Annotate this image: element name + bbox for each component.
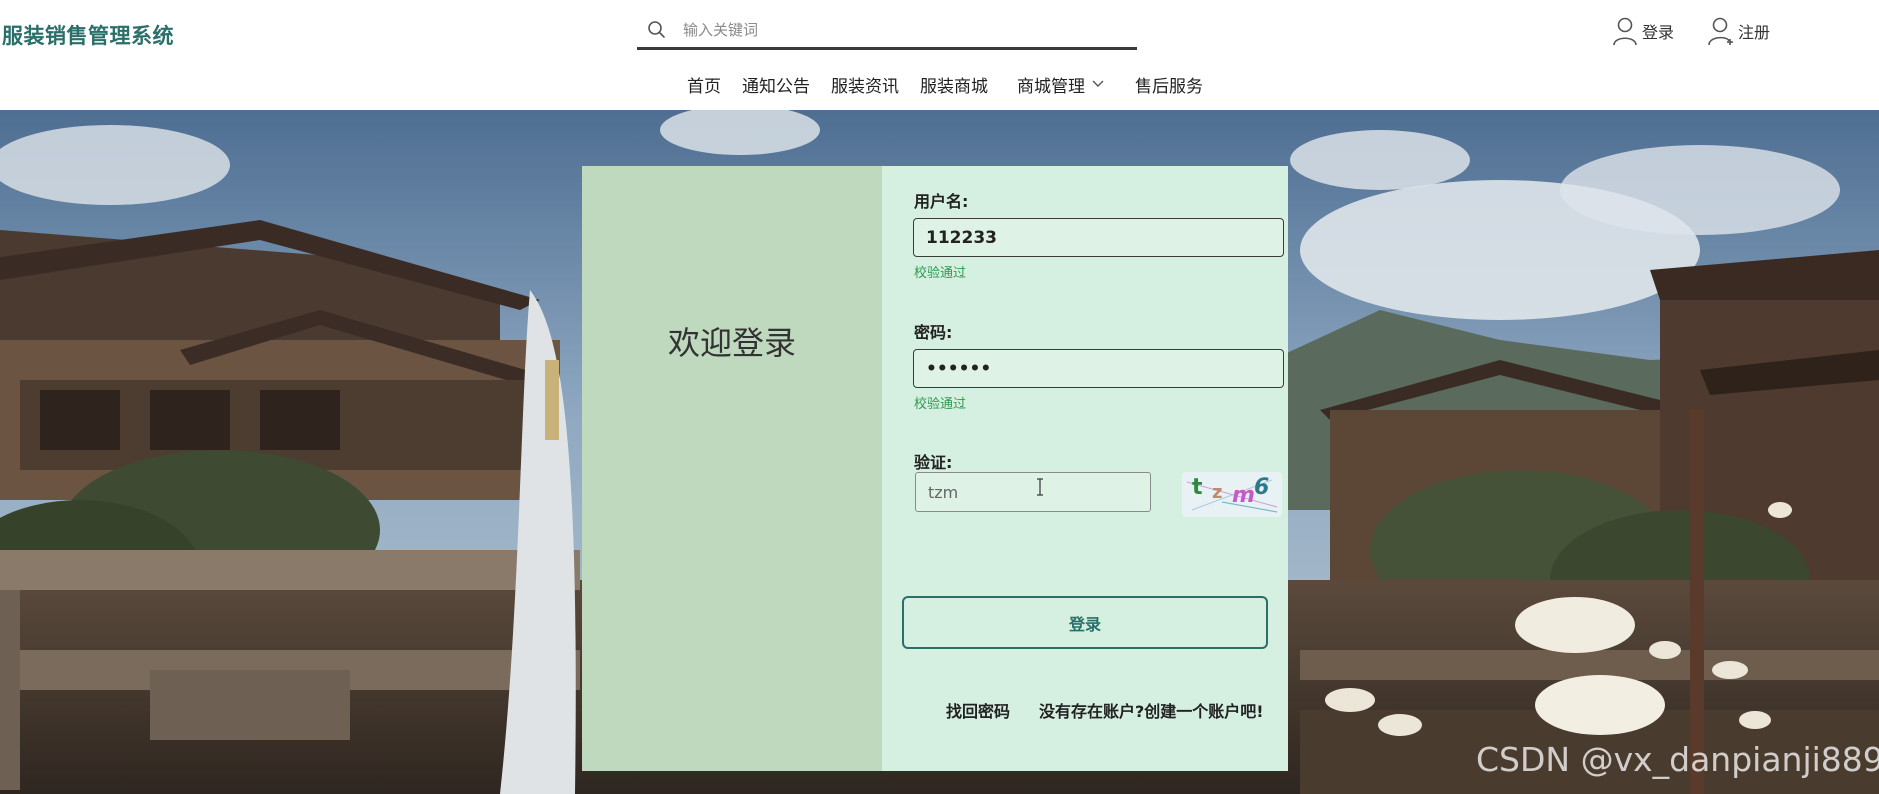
username-input[interactable] [913, 218, 1284, 257]
create-account-link[interactable]: 没有存在账户?创建一个账户吧! [1039, 698, 1264, 722]
captcha-graphic: t z m 6 [1186, 475, 1278, 513]
search-icon[interactable] [647, 20, 667, 40]
text-cursor-icon [1037, 478, 1043, 496]
chevron-down-icon [1092, 80, 1104, 87]
search-input[interactable] [683, 18, 1123, 42]
nav-item-mall-management-label: 商城管理 [1017, 76, 1085, 97]
password-validation-message: 校验通过 [914, 397, 967, 412]
captcha-char-4: 6 [1254, 475, 1269, 500]
captcha-label: 验证: [914, 453, 953, 472]
user-icon [1613, 17, 1637, 46]
captcha-char-2: z [1212, 482, 1222, 503]
captcha-input[interactable] [915, 472, 1151, 512]
login-link[interactable]: 登录 [1612, 16, 1674, 46]
nav-item-notices[interactable]: 通知公告 [742, 72, 810, 97]
login-card-welcome-panel: 欢迎登录 [582, 166, 882, 771]
site-logo[interactable]: 服装销售管理系统 [2, 20, 174, 50]
login-button[interactable]: 登录 [902, 596, 1268, 649]
nav-item-mall[interactable]: 服装商城 [920, 72, 988, 97]
add-user-icon [1708, 17, 1733, 46]
nav-item-mall-management[interactable]: 商城管理 [1017, 72, 1105, 97]
login-form: 用户名: 校验通过 密码: 校验通过 验证: t z m 6 登录 找回密码 [882, 166, 1288, 771]
password-label: 密码: [914, 323, 953, 342]
main-nav: 首页 通知公告 服装资讯 服装商城 商城管理 售后服务 [687, 72, 1224, 97]
captcha-char-3: m [1232, 483, 1255, 508]
search-bar [637, 12, 1137, 50]
nav-item-home[interactable]: 首页 [687, 72, 721, 97]
register-link-label: 注册 [1738, 23, 1771, 42]
register-link[interactable]: 注册 [1708, 16, 1770, 46]
username-validation-message: 校验通过 [914, 266, 967, 281]
welcome-title: 欢迎登录 [667, 324, 796, 362]
nav-item-news[interactable]: 服装资讯 [831, 72, 899, 97]
password-input[interactable] [913, 349, 1284, 388]
login-link-label: 登录 [1642, 23, 1675, 42]
nav-item-after-sales[interactable]: 售后服务 [1135, 72, 1203, 97]
top-header: 服装销售管理系统 登录 注册 首页 通知公告 服装资讯 服装商城 商城管理 [0, 0, 1879, 110]
username-label: 用户名: [914, 192, 969, 211]
captcha-image[interactable]: t z m 6 [1182, 472, 1282, 517]
login-card: 欢迎登录 用户名: 校验通过 密码: 校验通过 验证: t z m 6 登 [582, 166, 1288, 771]
captcha-char-1: t [1192, 475, 1203, 500]
watermark-text: CSDN @vx_danpianji889 [1476, 740, 1879, 779]
forgot-password-link[interactable]: 找回密码 [946, 698, 1010, 722]
